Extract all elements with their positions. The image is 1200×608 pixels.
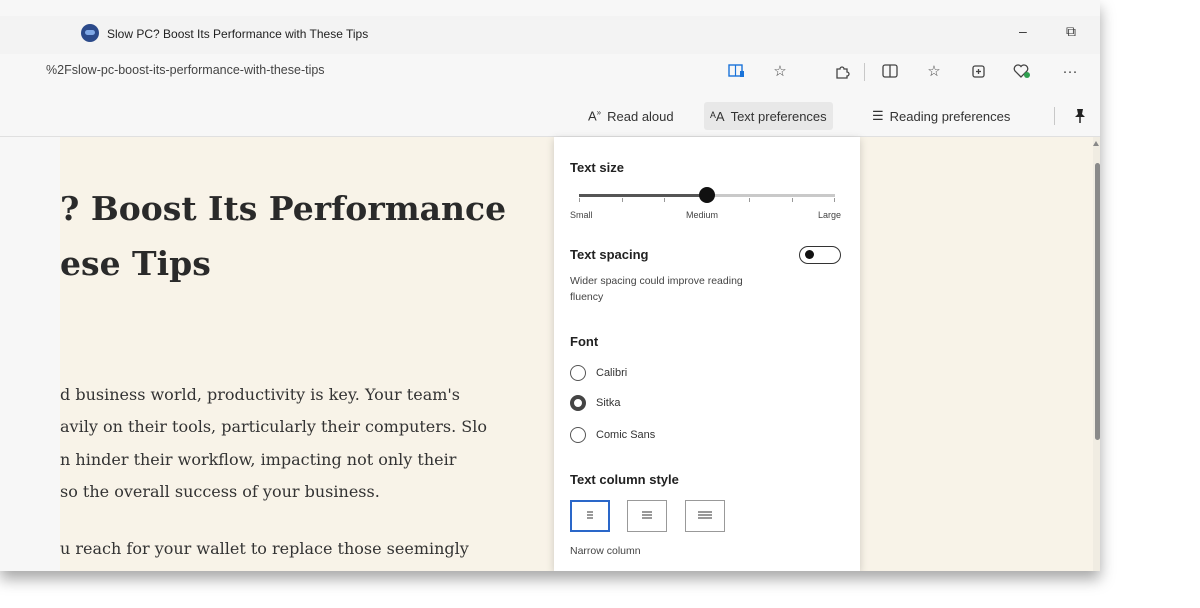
paragraph-line: n hinder their workflow, impacting not o… [60,450,457,469]
browser-toolbar: %2Fslow-pc-boost-its-performance-with-th… [0,54,1100,88]
text-size-small-label: Small [570,210,593,220]
headline-line-1: ? Boost Its Performance [60,189,507,228]
font-radio-comic-sans[interactable] [570,427,586,443]
scrollbar-thumb[interactable] [1095,163,1100,440]
extensions-icon[interactable] [830,59,854,83]
text-size-large-label: Large [818,210,842,220]
collections-icon[interactable] [966,59,990,83]
text-size-slider[interactable] [579,187,835,203]
restore-button[interactable]: ⧉ [1066,23,1076,40]
font-option-label: Sitka [596,397,621,409]
immersive-reader-icon[interactable] [725,59,749,83]
scroll-up-arrow-icon[interactable] [1093,141,1099,146]
reader-toolbar: A» Read aloud ᴬA Text preferences ☰ Read… [0,96,1100,137]
read-aloud-label: Read aloud [607,108,674,124]
font-radio-calibri[interactable] [570,365,586,381]
article-headline: ? Boost Its Performance ese Tips [60,181,506,291]
text-size-medium-label: Medium [686,210,719,220]
favorite-star-icon[interactable]: ☆ [768,59,792,83]
slider-tick [622,198,623,202]
toolbar-divider [864,63,865,81]
browser-window: Slow PC? Boost Its Performance with Thes… [0,0,1100,571]
split-screen-icon[interactable] [878,59,902,83]
column-style-selected-label: Narrow column [570,545,641,557]
pin-icon[interactable] [1068,104,1092,128]
address-bar-url[interactable]: %2Fslow-pc-boost-its-performance-with-th… [46,63,325,77]
headline-line-2: ese Tips [60,244,211,283]
slider-tick [834,198,835,202]
tab-title[interactable]: Slow PC? Boost Its Performance with Thes… [107,27,368,41]
text-preferences-button[interactable]: ᴬA Text preferences [704,102,833,130]
text-size-heading: Text size [570,160,624,175]
font-radio-sitka[interactable] [570,395,586,411]
wide-column-icon [698,511,712,519]
text-spacing-toggle[interactable] [799,246,841,264]
slider-tick [579,198,580,202]
reader-toolbar-divider [1054,107,1055,125]
wide-column-button[interactable] [685,500,725,532]
text-preferences-panel: Text size Small Medium Large Text spacin… [554,137,860,571]
reading-preferences-icon: ☰ [872,108,884,123]
read-aloud-button[interactable]: A» Read aloud [582,102,680,130]
medium-column-icon [642,511,652,519]
font-option-label: Calibri [596,367,628,379]
minimize-button[interactable]: – [1019,23,1027,39]
paragraph-line: d business world, productivity is key. Y… [60,385,461,404]
font-heading: Font [570,334,599,349]
text-spacing-description-cont: fluency [570,291,604,303]
text-size-slider-fill [579,194,707,197]
text-spacing-heading: Text spacing [570,247,649,262]
title-bar: Slow PC? Boost Its Performance with Thes… [0,16,1100,54]
medium-column-button[interactable] [627,500,667,532]
font-option-label: Comic Sans [596,429,656,441]
slider-tick [664,198,665,202]
text-preferences-label: Text preferences [730,108,827,124]
paragraph-line: u reach for your wallet to replace those… [60,539,469,558]
reading-preferences-button[interactable]: ☰ Reading preferences [866,102,1016,130]
reading-preferences-label: Reading preferences [889,108,1011,124]
paragraph-line: avily on their tools, particularly their… [60,417,488,436]
toggle-knob [805,250,814,259]
slider-tick [749,198,750,202]
read-aloud-icon: A» [588,108,602,124]
paragraph-line: so the overall success of your business. [60,482,380,501]
favorites-list-icon[interactable]: ☆ [922,59,946,83]
text-spacing-description: Wider spacing could improve reading [570,275,743,287]
text-size-slider-thumb[interactable] [699,187,715,203]
slider-tick [792,198,793,202]
browser-essentials-icon[interactable] [1010,59,1034,83]
narrow-column-icon [587,511,593,519]
more-icon[interactable]: ··· [1058,59,1082,83]
text-column-style-heading: Text column style [570,472,679,487]
text-preferences-icon: ᴬA [710,108,725,124]
site-favicon-icon [81,24,99,42]
narrow-column-button[interactable] [570,500,610,532]
